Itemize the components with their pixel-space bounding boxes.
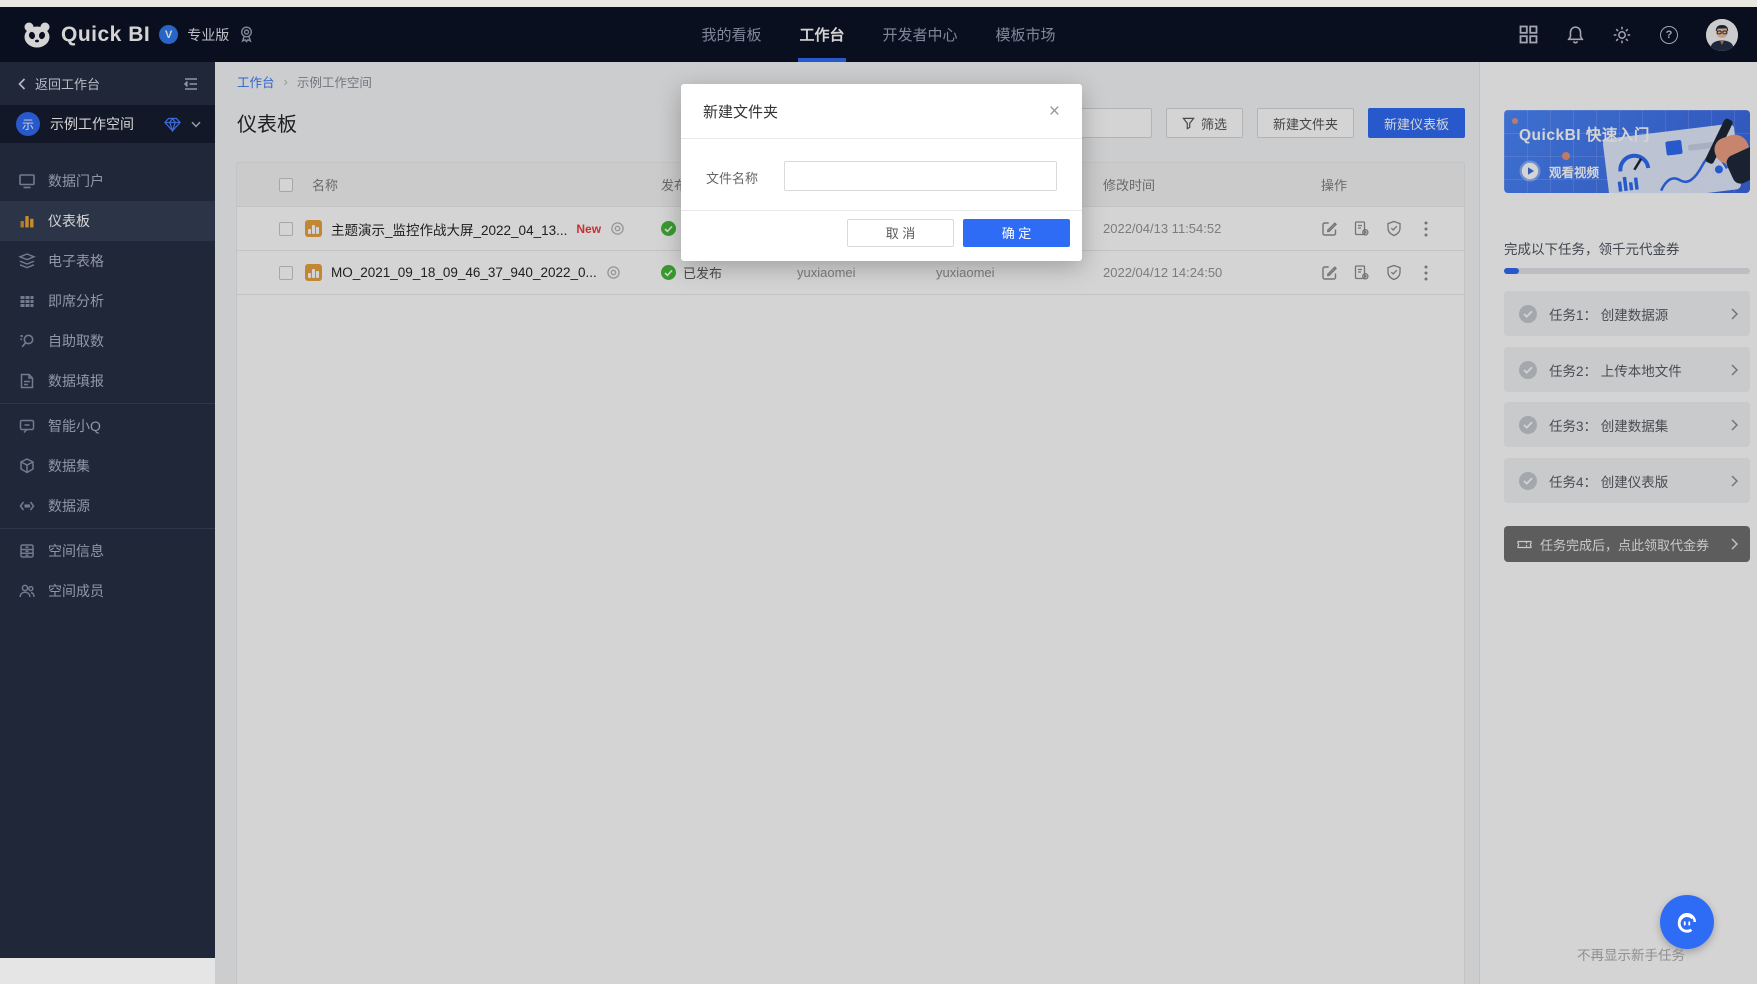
confirm-button[interactable]: 确 定 (963, 219, 1070, 247)
quick-bi-screen: Quick BI V 专业版 我的看板 工作台 开发者中心 模板市场 ? (0, 0, 1757, 984)
folder-name-label: 文件名称 (706, 168, 758, 187)
modal-header: 新建文件夹 × (681, 84, 1082, 139)
chatbot-icon[interactable] (1660, 895, 1714, 949)
folder-name-input[interactable] (784, 161, 1057, 191)
os-bottom-strip (0, 958, 215, 984)
os-top-strip (0, 0, 1757, 7)
cancel-button[interactable]: 取 消 (847, 219, 954, 247)
modal-footer: 取 消 确 定 (681, 210, 1082, 260)
new-folder-modal: 新建文件夹 × 文件名称 取 消 确 定 (681, 84, 1082, 261)
modal-title: 新建文件夹 (703, 101, 778, 122)
close-icon[interactable]: × (1049, 102, 1060, 121)
modal-body: 文件名称 (681, 139, 1082, 210)
dismiss-onboarding-link[interactable]: 不再显示新手任务 (1500, 944, 1685, 964)
